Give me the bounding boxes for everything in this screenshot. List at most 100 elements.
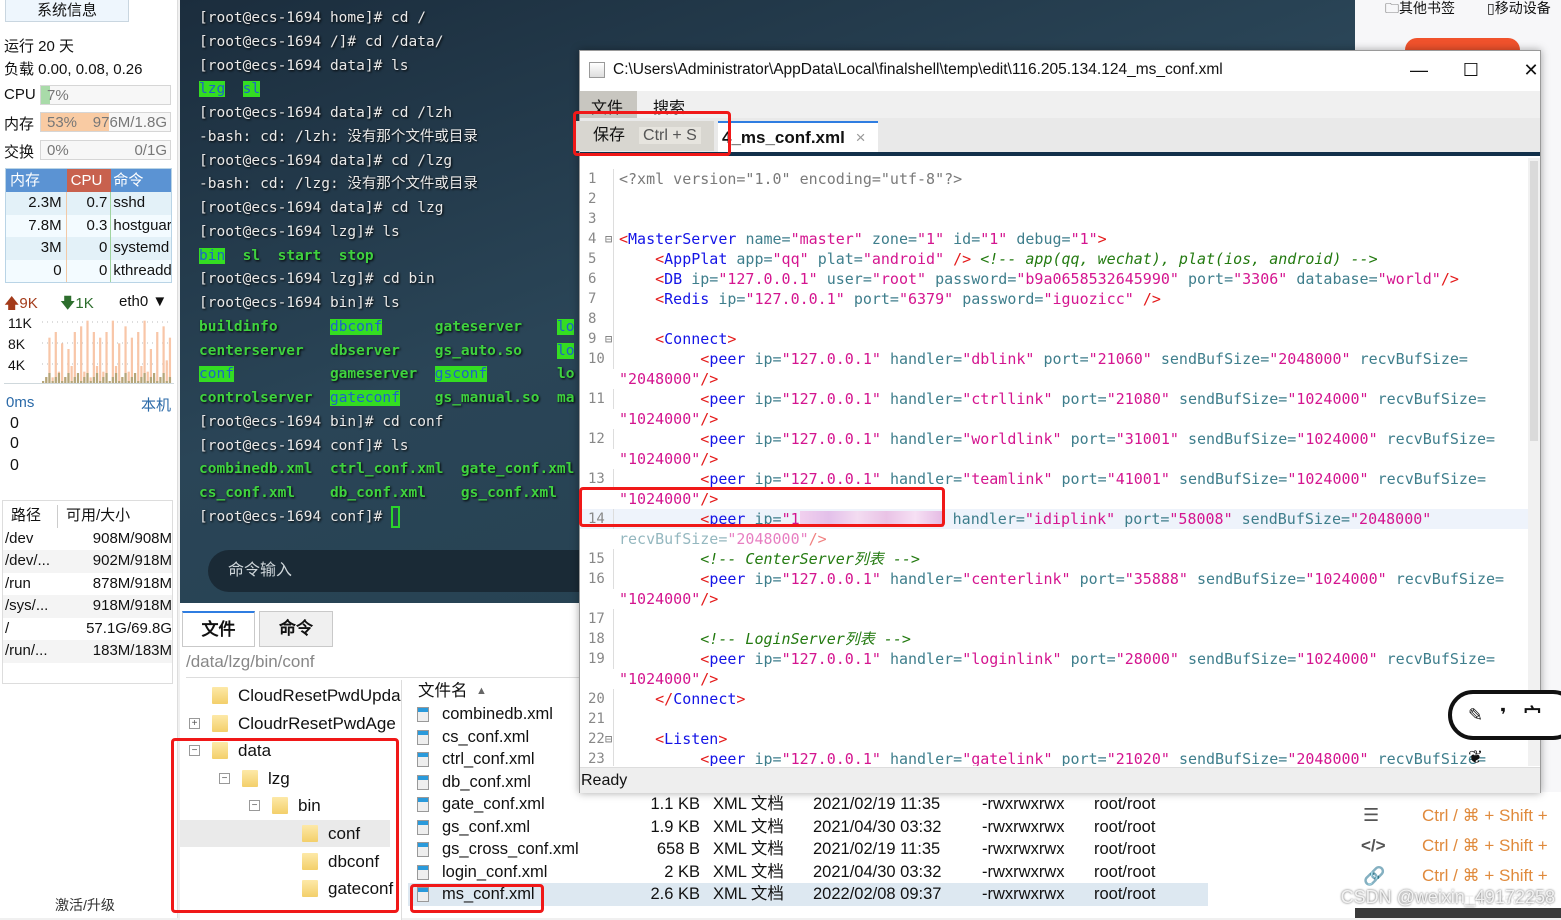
code-area[interactable]: 1 <?xml version="1.0" encoding="utf-8"?> 2… [580, 158, 1528, 766]
code-line: 12 <peer ip="127.0.0.1" handler="worldli… [580, 429, 1528, 449]
folder-icon [302, 852, 318, 870]
col-avail[interactable]: 可用/大小 [58, 505, 130, 528]
file-row[interactable]: gate_conf.xml 1.1 KB XML 文档 2021/02/19 11:3… [408, 793, 1208, 816]
col-path[interactable]: 路径 [3, 505, 58, 528]
col-cpu[interactable]: CPU [66, 169, 112, 192]
vertical-scrollbar[interactable] [1528, 158, 1540, 766]
proc-cmd: systemd [113, 239, 170, 256]
mem-bar: 53% 976M/1.8G [40, 112, 171, 132]
code-icon[interactable]: </> [1361, 836, 1386, 856]
net-bar [130, 337, 133, 383]
process-row[interactable]: 7.8M0.3hostguard [6, 214, 171, 237]
line-number: 15 [580, 549, 614, 569]
file-name: cs_conf.xml [442, 727, 530, 746]
col-cmd[interactable]: 命令 [111, 169, 171, 192]
menu-item-save[interactable]: 保存 Ctrl + S [574, 121, 714, 151]
disk-row[interactable]: /run/... 183M/183M [3, 640, 172, 663]
file-row[interactable]: login_conf.xml 2 KB XML 文档 2021/04/30 03:32… [408, 861, 1208, 884]
editor-tab[interactable]: 4_ms_conf.xml × [718, 121, 878, 152]
terminal-line: [root@ecs-1694 data]# cd lzg [199, 200, 444, 217]
terminal-line: [root@ecs-1694 conf]# [199, 505, 401, 529]
fold-toggle-icon[interactable]: ⊟ [605, 329, 612, 349]
ping-target[interactable]: 本机 [141, 394, 171, 415]
tab-close-icon[interactable]: × [856, 128, 866, 147]
disk-usage: 908M/908M [92, 529, 172, 547]
disk-row[interactable]: /sys/... 918M/918M [3, 595, 172, 618]
line-number: 21 [580, 709, 614, 729]
tree-node-data[interactable]: data [212, 737, 422, 764]
terminal-output: conf gameserver gsconf lo [199, 366, 575, 383]
col-mem[interactable]: 内存 [6, 169, 67, 192]
iface-select[interactable]: eth0 ▼ [119, 293, 167, 310]
net-bar-down [95, 373, 99, 383]
code-text: "2048000"/> [619, 370, 719, 388]
process-row[interactable]: 0 0 kthreadd [6, 259, 171, 282]
bookmark-other[interactable]: 🗀其他书签 [1385, 0, 1455, 22]
collapse-icon[interactable]: − [189, 745, 200, 757]
code-text: <Listen> [655, 730, 728, 748]
proc-cmd: sshd [113, 194, 146, 211]
line-number: 13 [580, 469, 614, 489]
maximize-button[interactable]: ☐ [1448, 51, 1494, 89]
menu-search[interactable]: 搜索 [653, 94, 685, 118]
xml-file-icon [417, 797, 429, 812]
process-row[interactable]: 2.3M 0.7 sshd [6, 192, 171, 215]
file-row[interactable]: ms_conf.xml 2.6 KB XML 文档 2022/02/08 09:37 -… [408, 883, 1208, 906]
close-button[interactable]: ✕ [1508, 51, 1554, 89]
fold-toggle-icon[interactable]: ⊟ [605, 229, 612, 249]
disk-row[interactable]: /dev/... 902M/918M [3, 550, 172, 573]
file-row[interactable]: gs_cross_conf.xml 658 B XML 文档 2021/02/19 1… [408, 838, 1208, 861]
tree-node-label: lzg [268, 768, 290, 788]
xml-file-icon [417, 729, 429, 745]
disk-row[interactable]: / 57.1G/69.8G [3, 618, 172, 641]
file-date: 2021/04/30 03:32 [813, 862, 942, 881]
terminal-line: -bash: cd: /lzh: 没有那个文件或目录 [199, 128, 478, 145]
checklist-icon[interactable]: ☰ [1363, 805, 1379, 826]
tab-files[interactable]: 文件 [182, 611, 255, 647]
terminal-output: controlserver gateconf gs_manual.so ma [199, 390, 575, 407]
redacted-ip [799, 511, 944, 527]
net-y-ticks: 11K 8K 4K [8, 315, 32, 373]
disk-row[interactable]: /dev 908M/908M [3, 528, 172, 551]
tree-node-label: CloudResetPwdUpda [238, 686, 401, 705]
code-line: 21 [580, 709, 1528, 729]
mem-detail: 976M/1.8G [92, 114, 167, 131]
fold-toggle-icon[interactable]: ⊟ [605, 729, 612, 749]
disk-row[interactable]: /run 878M/918M [3, 573, 172, 596]
code-line: 18 <!-- LoginServer列表 --> [580, 629, 1528, 649]
line-number: 14 [580, 509, 614, 529]
line-number: 12 [580, 429, 614, 449]
terminal-output: lzg sl [199, 81, 261, 98]
proc-cmd: hostguard [113, 216, 171, 234]
expand-icon[interactable]: + [189, 717, 200, 729]
link-icon[interactable]: 🔗 [1363, 866, 1385, 887]
file-owner: root/root [1094, 840, 1156, 858]
net-bar-down [86, 373, 89, 383]
file-perm: -rwxrwxrwx [982, 795, 1065, 813]
menu-file[interactable]: 文件 [580, 91, 637, 118]
code-line-wrap: "1024000"/> [580, 449, 1528, 469]
tree-node-CloudrResetPwdAge[interactable]: CloudrResetPwdAge [212, 710, 422, 737]
terminal-line: [root@ecs-1694 data]# cd /lzh [199, 105, 453, 122]
file-size: 1.9 KB [650, 817, 700, 836]
file-name: gs_conf.xml [442, 817, 531, 836]
collapse-icon[interactable]: − [219, 772, 230, 784]
file-row[interactable]: gs_conf.xml 1.9 KB XML 文档 2021/04/30 03:32 -… [408, 816, 1208, 839]
terminal-line: [root@ecs-1694 lzg]# cd bin [199, 271, 435, 288]
tree-node-CloudResetPwdUpda[interactable]: CloudResetPwdUpda [212, 682, 422, 709]
file-perm: -rwxrwxrwx [982, 885, 1065, 903]
system-info-button[interactable]: 系统信息 [5, 0, 129, 22]
terminal-line: [root@ecs-1694 conf]# ls [199, 437, 409, 454]
bookmark-mobile[interactable]: ▯移动设备 [1487, 0, 1551, 18]
cpu-label: CPU [4, 86, 36, 103]
process-row[interactable]: 3M 0 systemd [6, 237, 171, 260]
code-line: 4 ⊟ <MasterServer name="master" zone="1" i… [580, 229, 1528, 249]
file-perm: -rwxrwxrwx [982, 817, 1065, 836]
minimize-button[interactable]: — [1396, 51, 1442, 89]
tab-commands[interactable]: 命令 [259, 611, 333, 647]
code-line: 20 </Connect> [580, 689, 1528, 709]
code-text: <peer ip="1 handler="idiplink" port="580… [700, 510, 1432, 528]
activate-upgrade-link[interactable]: 激活/升级 [55, 895, 115, 915]
code-line: 6 <DB ip="127.0.0.1" user="root" passwor… [580, 269, 1528, 289]
collapse-icon[interactable]: − [249, 800, 260, 812]
